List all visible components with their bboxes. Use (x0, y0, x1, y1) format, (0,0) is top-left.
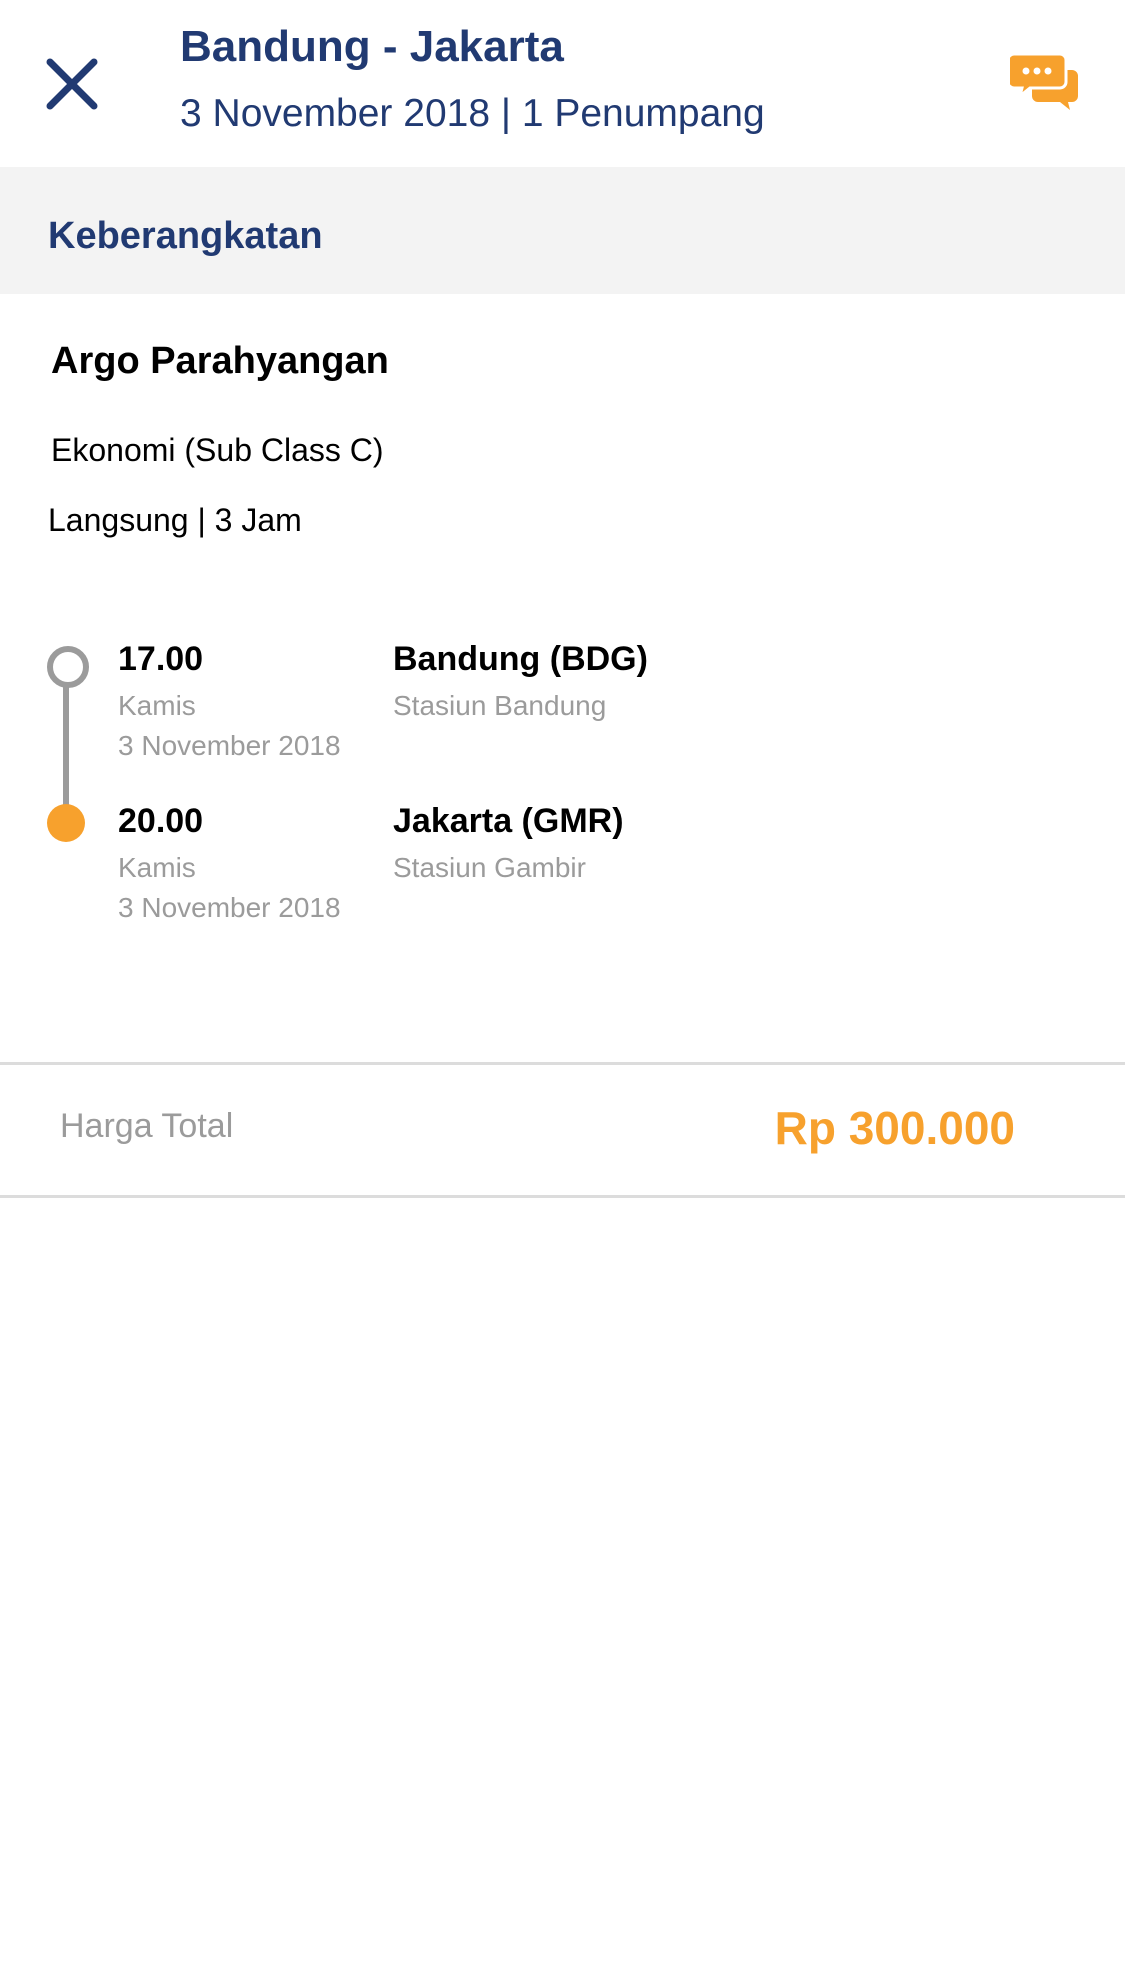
total-price-value: Rp 300.000 (774, 1102, 1015, 1154)
top-header: Bandung - Jakarta 3 November 2018 | 1 Pe… (0, 0, 1125, 167)
total-price-label: Harga Total (60, 1107, 234, 1145)
train-name: Argo Parahyangan (51, 340, 389, 382)
train-duration: Langsung | 3 Jam (48, 502, 302, 538)
close-icon[interactable] (40, 52, 104, 116)
arrival-date: 3 November 2018 (118, 892, 341, 923)
total-price-row: Harga Total Rp 300.000 (0, 1062, 1125, 1198)
departure-time: 17.00 (118, 640, 204, 678)
arrival-time: 20.00 (118, 802, 204, 840)
route-title: Bandung - Jakarta (180, 22, 564, 71)
arrival-station: Stasiun Gambir (393, 852, 586, 883)
departure-date: 3 November 2018 (118, 730, 341, 761)
arrival-day: Kamis (118, 852, 196, 883)
departure-city: Bandung (BDG) (393, 640, 648, 678)
departure-dot-icon (47, 646, 89, 688)
trip-summary: 3 November 2018 | 1 Penumpang (180, 92, 765, 135)
arrival-dot-icon (47, 804, 85, 842)
timeline-line (63, 680, 69, 810)
departure-station: Stasiun Bandung (393, 690, 607, 721)
section-title: Keberangkatan (48, 215, 323, 257)
arrival-city: Jakarta (GMR) (393, 802, 624, 840)
chat-icon[interactable] (1006, 52, 1080, 112)
departure-day: Kamis (118, 690, 196, 721)
departure-section-header: Keberangkatan (0, 167, 1125, 294)
train-class: Ekonomi (Sub Class C) (51, 432, 384, 468)
